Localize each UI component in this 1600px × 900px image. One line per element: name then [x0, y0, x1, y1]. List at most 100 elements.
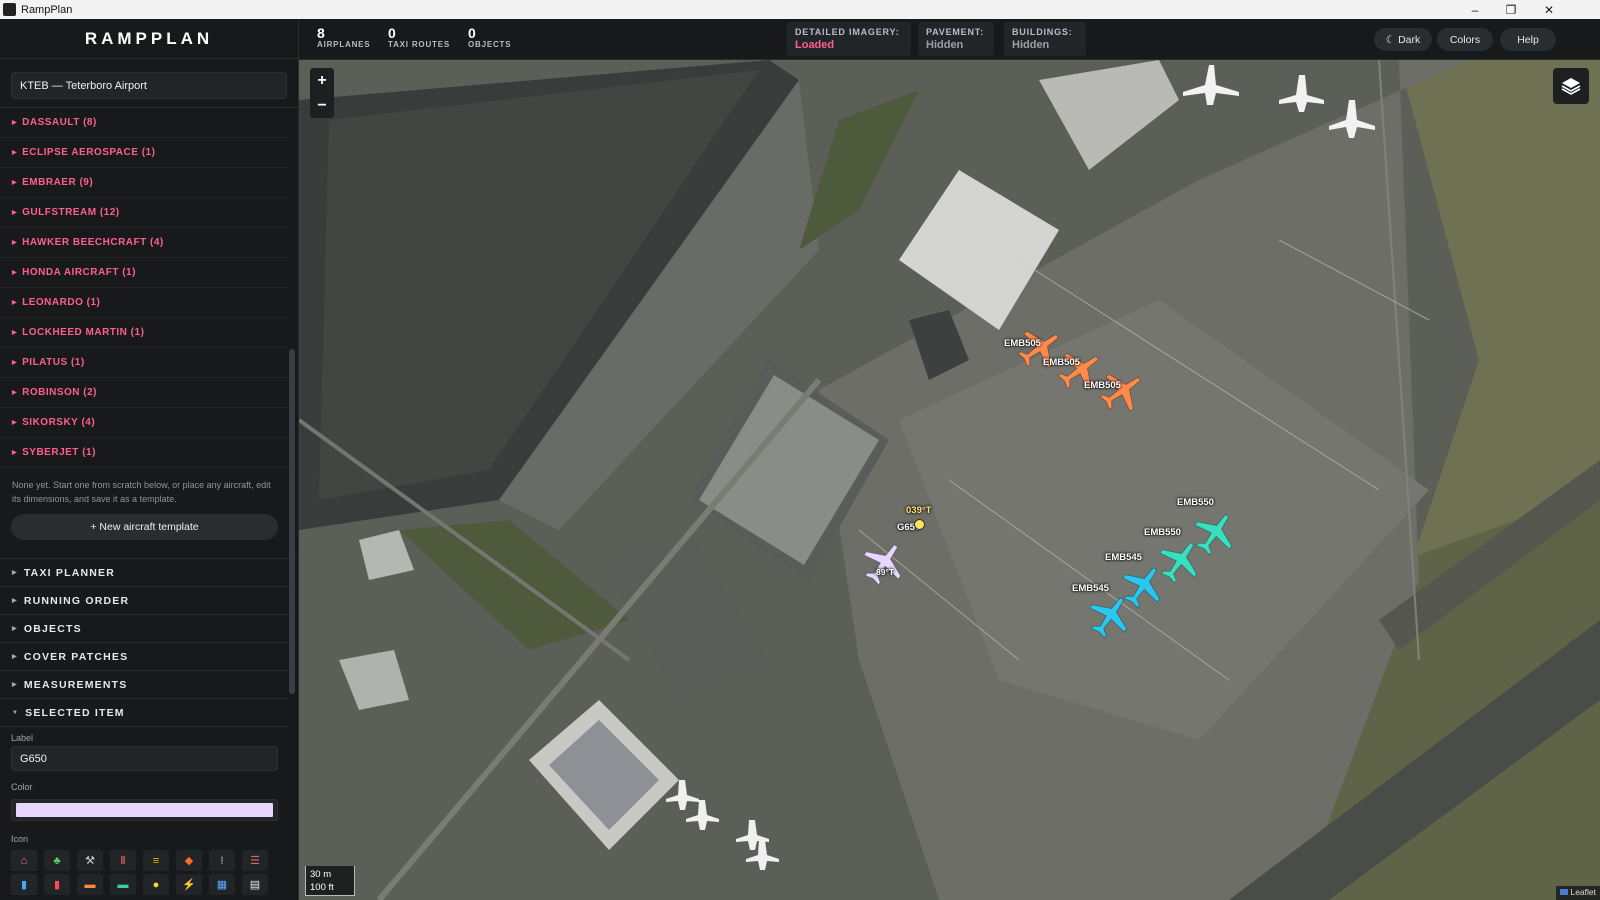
icon-option-button[interactable]: ⚒ — [77, 850, 103, 871]
manufacturer-label: SIKORSKY (4) — [22, 417, 96, 428]
aircraft-label: EMB505 — [1004, 338, 1041, 349]
icon-option-button[interactable]: ▤ — [242, 874, 268, 895]
chevron-right-icon: ▶ — [12, 654, 18, 660]
icon-option-button[interactable]: ▦ — [209, 874, 235, 895]
layer-key: PAVEMENT: — [926, 27, 984, 37]
section-taxi-planner[interactable]: ▶ TAXI PLANNER — [0, 559, 289, 587]
icon-grid: ⌂ ♣ ⚒ Ⅱ ≡ ◆ ǃ ☰ ▮ ▮ ▬ ▬ ● ⚡ ▦ ▤ — [0, 847, 298, 898]
manufacturer-label: HAWKER BEECHCRAFT (4) — [22, 237, 164, 248]
section-objects[interactable]: ▶ OBJECTS — [0, 615, 289, 643]
layer-buildings[interactable]: BUILDINGS: Hidden — [1004, 22, 1086, 56]
diamond-icon: ◆ — [184, 855, 194, 867]
chevron-right-icon: ▶ — [12, 300, 18, 306]
chevron-right-icon: ▶ — [12, 682, 18, 688]
map-view[interactable]: EMB505 EMB505 EMB505 EMB550 EMB550 EMB545 EMB5… — [299, 60, 1600, 900]
light-bulb-icon: ● — [152, 878, 160, 891]
clipboard-icon: ▤ — [249, 879, 261, 891]
manufacturer-item[interactable]: ▶ ROBINSON (2) — [0, 378, 289, 408]
manufacturer-item[interactable]: ▶ PILATUS (1) — [0, 348, 289, 378]
icon-option-button[interactable]: ⚡ — [176, 874, 202, 895]
layer-key: BUILDINGS: — [1012, 27, 1073, 37]
section-selected-item[interactable]: ▼ SELECTED ITEM — [0, 699, 289, 727]
ladder-icon: ☰ — [250, 855, 260, 867]
map-attribution[interactable]: Leaflet — [1556, 886, 1600, 900]
manufacturer-item[interactable]: ▶ HAWKER BEECHCRAFT (4) — [0, 228, 289, 258]
manufacturer-item[interactable]: ▶ LEONARDO (1) — [0, 288, 289, 318]
icon-option-button[interactable]: ▮ — [44, 874, 70, 895]
close-icon[interactable]: ✕ — [1530, 0, 1568, 19]
stat-value: 8 — [317, 25, 325, 41]
help-button[interactable]: Help — [1500, 28, 1556, 51]
icon-option-button[interactable]: ▬ — [77, 874, 103, 895]
stat-objects: 0 OBJECTS — [468, 25, 511, 49]
stat-label: TAXI ROUTES — [388, 40, 450, 49]
manufacturer-item[interactable]: ▶ ECLIPSE AEROSPACE (1) — [0, 138, 289, 168]
manufacturer-item[interactable]: ▶ GULFSTREAM (12) — [0, 198, 289, 228]
new-aircraft-template-button[interactable]: + New aircraft template — [11, 514, 278, 540]
layer-detailed-imagery[interactable]: DETAILED IMAGERY: Loaded — [787, 22, 911, 56]
aircraft-heading-tag: 89°T — [876, 567, 895, 577]
section-measurements[interactable]: ▶ MEASUREMENTS — [0, 671, 289, 699]
chevron-right-icon: ▶ — [12, 626, 18, 632]
chevron-down-icon: ▼ — [12, 709, 20, 716]
chevron-right-icon: ▶ — [12, 360, 18, 366]
icon-option-button[interactable]: ▬ — [110, 874, 136, 895]
manufacturer-item[interactable]: ▶ LOCKHEED MARTIN (1) — [0, 318, 289, 348]
icon-option-button[interactable]: ≡ — [143, 850, 169, 871]
section-label: COVER PATCHES — [23, 650, 129, 663]
manufacturer-item[interactable]: ▶ DASSAULT (8) — [0, 108, 289, 138]
templates-note: None yet. Start one from scratch below, … — [12, 480, 271, 504]
chevron-right-icon: ▶ — [12, 330, 18, 336]
section-running-order[interactable]: ▶ RUNNING ORDER — [0, 587, 289, 615]
chevron-right-icon: ▶ — [12, 210, 18, 216]
gpu-icon: ▦ — [216, 879, 228, 891]
icon-option-button[interactable]: ◆ — [176, 850, 202, 871]
label-input[interactable]: G650 — [11, 746, 278, 771]
color-picker[interactable] — [11, 799, 278, 821]
map-scale: 30 m 100 ft — [305, 866, 355, 896]
layer-pavement[interactable]: PAVEMENT: Hidden — [918, 22, 994, 56]
manufacturer-item[interactable]: ▶ EMBRAER (9) — [0, 168, 289, 198]
zoom-in-button[interactable]: + — [310, 68, 334, 93]
colors-button[interactable]: Colors — [1437, 28, 1493, 51]
sidebar-scrollbar[interactable] — [289, 349, 295, 694]
manufacturer-item[interactable]: ▶ SYBERJET (1) — [0, 438, 289, 468]
icon-option-button[interactable]: Ⅱ — [110, 850, 136, 871]
section-label: TAXI PLANNER — [23, 566, 116, 579]
manufacturer-label: SYBERJET (1) — [22, 447, 96, 458]
barrier-icon: Ⅱ — [120, 855, 126, 867]
icon-option-button[interactable]: ▮ — [11, 874, 37, 895]
icon-option-button[interactable]: ǃ — [209, 850, 235, 871]
minimize-icon[interactable]: – — [1456, 0, 1494, 19]
manufacturer-label: DASSAULT (8) — [22, 117, 97, 128]
airport-selector[interactable]: KTEB — Teterboro Airport — [11, 72, 287, 99]
icon-option-button[interactable]: ⌂ — [11, 850, 37, 871]
chevron-right-icon: ▶ — [12, 450, 18, 456]
stat-taxi-routes: 0 TAXI ROUTES — [388, 25, 450, 49]
power-icon: ⚡ — [182, 879, 196, 891]
tool-icon: ⚒ — [85, 855, 95, 867]
icon-option-button[interactable]: ♣ — [44, 850, 70, 871]
layers-button[interactable] — [1553, 68, 1589, 104]
zoom-out-button[interactable]: − — [310, 93, 334, 118]
icon-option-button[interactable]: ● — [143, 874, 169, 895]
aircraft-label: EMB505 — [1084, 380, 1121, 391]
attribution-text: Leaflet — [1570, 887, 1596, 897]
aircraft-label: EMB550 — [1177, 497, 1214, 508]
manufacturer-label: LEONARDO (1) — [22, 297, 101, 308]
rotate-handle[interactable] — [914, 519, 925, 530]
manufacturer-item[interactable]: ▶ SIKORSKY (4) — [0, 408, 289, 438]
layer-value: Loaded — [795, 39, 835, 51]
dark-mode-button[interactable]: ☾ Dark — [1374, 28, 1432, 51]
manufacturer-label: GULFSTREAM (12) — [22, 207, 120, 218]
pin-icon: ǃ — [220, 854, 224, 867]
manufacturer-item[interactable]: ▶ HONDA AIRCRAFT (1) — [0, 258, 289, 288]
manufacturer-label: HONDA AIRCRAFT (1) — [22, 267, 136, 278]
aircraft-label: EMB505 — [1043, 357, 1080, 368]
top-bar: 8 AIRPLANES 0 TAXI ROUTES 0 OBJECTS DETA… — [299, 19, 1600, 60]
restore-icon[interactable]: ❐ — [1492, 0, 1530, 19]
manufacturer-list: ▶ DASSAULT (8) ▶ ECLIPSE AEROSPACE (1) ▶ EMBR… — [0, 108, 298, 468]
brand-logo: RAMPPLAN — [0, 19, 298, 59]
icon-option-button[interactable]: ☰ — [242, 850, 268, 871]
section-cover-patches[interactable]: ▶ COVER PATCHES — [0, 643, 289, 671]
